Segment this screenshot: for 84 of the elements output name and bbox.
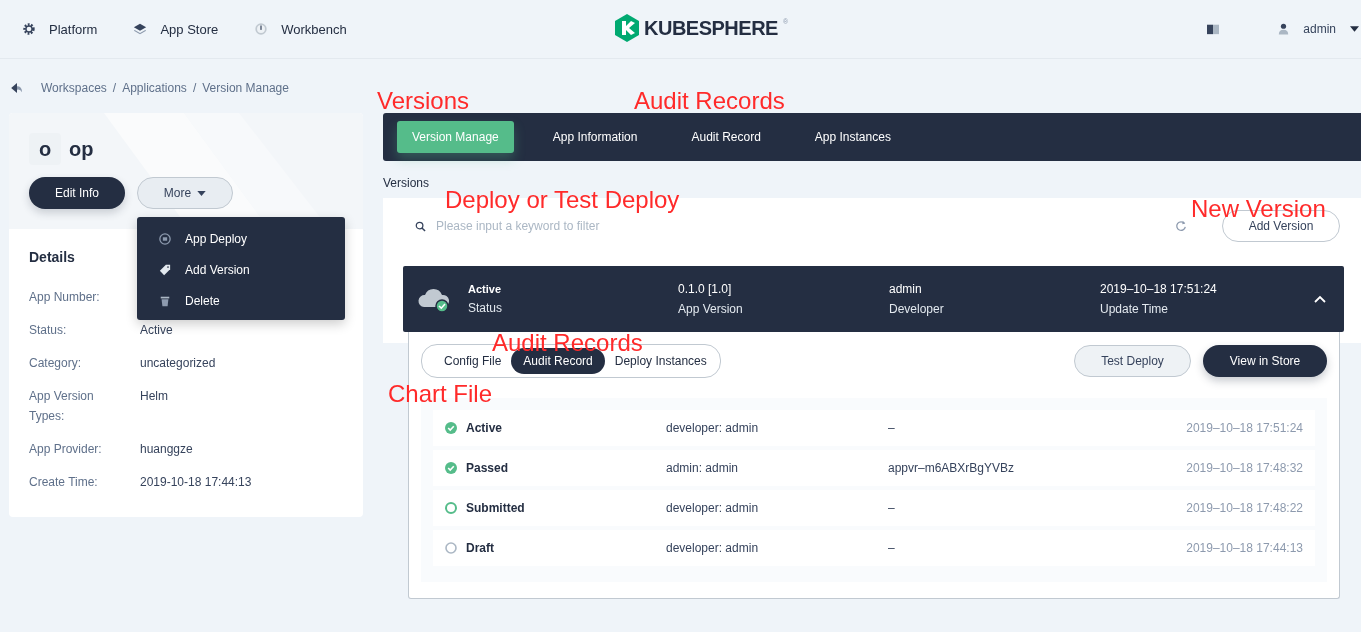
refresh-icon[interactable] [1175, 220, 1187, 232]
test-deploy-button[interactable]: Test Deploy [1074, 345, 1191, 377]
annotation-label: Chart File [388, 380, 493, 408]
logo-icon [615, 14, 639, 42]
breadcrumb-separator: / [112, 81, 117, 95]
audit-time: 2019–10–18 17:51:24 [1186, 421, 1303, 435]
field-label: Category: [29, 355, 83, 372]
nav-link[interactable]: App Store [133, 21, 219, 37]
version-label: Developer [889, 302, 945, 316]
field-value: uncategorized [140, 355, 216, 372]
audit-message: – [888, 501, 896, 515]
view-in-store-button[interactable]: View in Store [1203, 345, 1327, 377]
version-label: Status [468, 301, 504, 315]
search-icon [415, 220, 426, 232]
field-label: App Number: [29, 289, 101, 306]
annotation-label: Versions [377, 87, 470, 115]
field-label: Create Time: [29, 474, 99, 491]
field-value: 2019-10-18 17:44:13 [140, 474, 252, 491]
trash-icon [159, 294, 171, 307]
audit-message: – [888, 541, 896, 555]
field-label: Status: [29, 322, 68, 339]
tab[interactable]: App Instances [787, 121, 918, 153]
book-icon[interactable] [1206, 23, 1221, 35]
audit-time: 2019–10–18 17:48:32 [1186, 461, 1303, 475]
caret-icon[interactable] [1350, 26, 1359, 32]
breadcrumb-link[interactable]: Applications [122, 81, 187, 95]
audit-operator: developer: admin [666, 501, 760, 515]
section-title: Versions [383, 175, 431, 192]
audit-status: Submitted [466, 501, 526, 515]
caret-icon [197, 190, 207, 196]
check-circle-icon [445, 462, 457, 474]
menu-item[interactable]: Add Version [137, 254, 345, 285]
tab[interactable]: Audit Record [664, 121, 788, 153]
field-label: App Version Types: [29, 388, 95, 425]
details-heading: Details [29, 249, 76, 265]
annotation-label: Audit Records [634, 87, 785, 115]
audit-time: 2019–10–18 17:48:22 [1186, 501, 1303, 515]
layers-icon [133, 22, 148, 36]
audit-status: Draft [466, 541, 495, 555]
more-button[interactable]: More [137, 177, 233, 209]
audit-operator: developer: admin [666, 421, 760, 435]
search-field[interactable]: Please input a keyword to filter [434, 218, 1175, 234]
logo-text: KUBESPHERE [644, 16, 778, 40]
tag-icon [159, 263, 171, 276]
audit-operator: developer: admin [666, 541, 760, 555]
version-value: 0.1.0 [1.0] [678, 282, 733, 296]
check-circle-icon [445, 422, 457, 434]
version-row[interactable]: Active Status 0.1.0 [1.0] App Version admin Developer 2019–10–18 17:51:24 Update Time [403, 266, 1344, 332]
field-value: Helm [140, 388, 168, 405]
back-arrow-icon[interactable] [11, 83, 23, 93]
user-icon [1278, 22, 1290, 36]
annotation-label: Deploy or Test Deploy [445, 186, 680, 214]
breadcrumb-separator: / [192, 81, 197, 95]
field-label: App Provider: [29, 441, 103, 458]
tab[interactable]: App Information [525, 121, 665, 153]
app-avatar: o [29, 133, 61, 165]
ring-icon [445, 502, 457, 514]
menu-item[interactable]: App Deploy [137, 223, 345, 254]
audit-status: Active [466, 421, 504, 435]
version-value: 2019–10–18 17:51:24 [1100, 282, 1218, 296]
user-name[interactable]: admin [1303, 22, 1336, 36]
version-value: admin [889, 282, 923, 296]
breadcrumb-link[interactable]: Workspaces [41, 81, 107, 95]
gear-icon [22, 22, 36, 36]
field-value: Active [140, 322, 173, 339]
audit-operator: admin: admin [666, 461, 740, 475]
ring-icon [445, 542, 457, 554]
nav-link[interactable]: Platform [22, 21, 98, 37]
version-value: Active [468, 283, 503, 295]
deploy-icon [159, 232, 171, 245]
audit-status: Passed [466, 461, 510, 475]
audit-message: appvr–m6ABXrBgYVBz [888, 461, 1016, 475]
breadcrumb-link[interactable]: Version Manage [202, 81, 289, 95]
dial-icon [254, 22, 269, 36]
app-name: op [69, 137, 94, 161]
version-label: App Version [678, 302, 744, 316]
edit-info-button[interactable]: Edit Info [29, 177, 125, 209]
chevron-icon[interactable] [1314, 295, 1326, 303]
field-value: huanggze [140, 441, 193, 458]
audit-message: – [888, 421, 896, 435]
audit-time: 2019–10–18 17:44:13 [1186, 541, 1303, 555]
menu-item[interactable]: Delete [137, 285, 345, 316]
version-label: Update Time [1100, 302, 1170, 316]
nav-link[interactable]: Workbench [254, 21, 347, 37]
